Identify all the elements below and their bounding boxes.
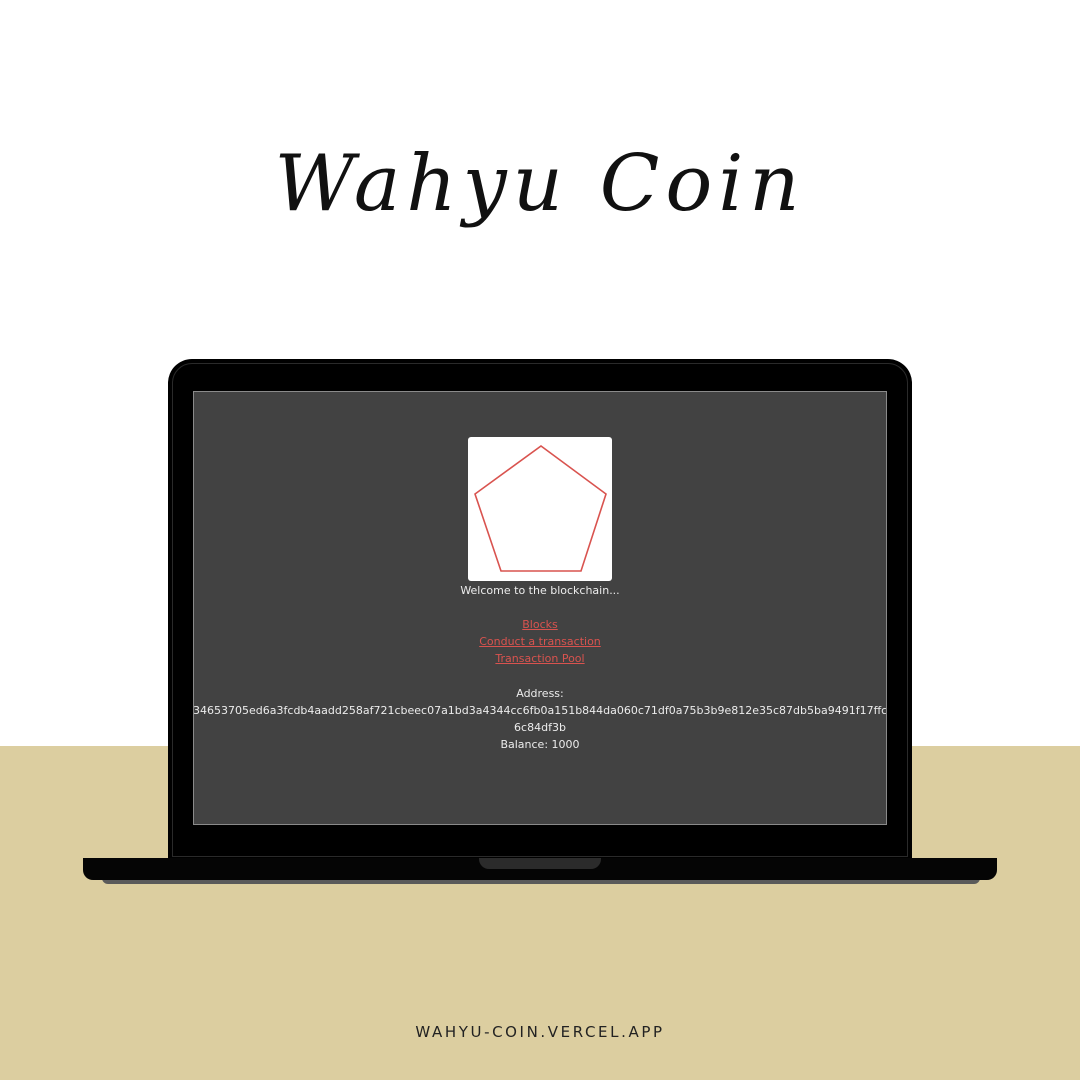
logo (468, 437, 612, 581)
brand-title: Wahyu Coin (0, 118, 1080, 248)
conduct-transaction-link[interactable]: Conduct a transaction (479, 635, 601, 648)
laptop-hinge-notch (479, 858, 601, 869)
welcome-text: Welcome to the blockchain... (460, 584, 620, 597)
promo-canvas: Wahyu Coin Welcome to the blockchain... … (0, 0, 1080, 1080)
pentagon-icon (474, 445, 607, 572)
address-label: Address: (516, 687, 564, 700)
wallet-address-part1: 9c34653705ed6a3fcdb4aadd258af721cbeec07a… (193, 704, 887, 717)
wallet-address-part2: 6c84df3b (514, 721, 566, 734)
title-text: Wahyu Coin (274, 139, 805, 229)
wallet-balance: Balance: 1000 (500, 738, 580, 751)
transaction-pool-link[interactable]: Transaction Pool (495, 652, 584, 665)
laptop-screen: Welcome to the blockchain... Blocks Cond… (193, 391, 887, 825)
footer-url: WAHYU-COIN.VERCEL.APP (415, 1023, 665, 1041)
blocks-link[interactable]: Blocks (522, 618, 557, 631)
script-title: Wahyu Coin (274, 139, 805, 229)
